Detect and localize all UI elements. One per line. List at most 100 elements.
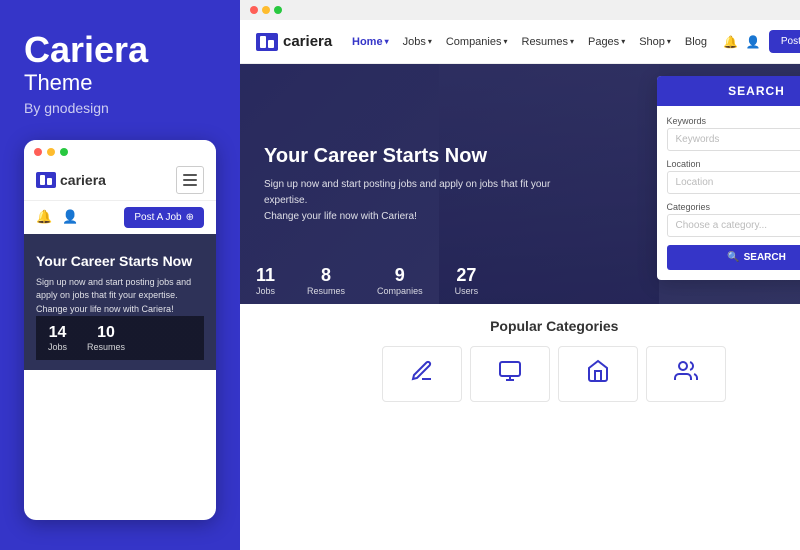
hero-text: Your Career Starts Now Sign up now and s… [240,123,580,245]
hamburger-line [183,174,197,176]
nav-links: Home ▾ Jobs ▾ Companies ▾ Resumes ▾ Page… [352,36,707,48]
hero-stat-resumes: 8 Resumes [291,257,361,304]
nav-jobs-arrow: ▾ [428,37,432,46]
dot-green [60,148,68,156]
mobile-hero: Your Career Starts Now Sign up now and s… [24,234,216,371]
hero-section: Your Career Starts Now Sign up now and s… [240,64,800,304]
keywords-placeholder: Keywords [676,134,720,145]
brand-author: By gnodesign [24,100,216,116]
hero-stat-companies-num: 9 [377,265,423,286]
hero-stat-companies-label: Companies [377,286,423,296]
dot-yellow [47,148,55,156]
mobile-logo-icon [36,172,56,188]
nav-resumes-arrow: ▾ [570,37,574,46]
nav-blog-label: Blog [685,36,707,48]
mobile-stat-jobs-label: Jobs [48,342,67,352]
category-tech-icon [498,359,522,389]
nav-bell-icon[interactable]: 🔔 [723,35,738,49]
post-job-label: Post A Job [781,36,800,47]
hero-subtitle: Sign up now and start posting jobs and a… [264,177,556,225]
hamburger-menu[interactable] [176,166,204,194]
browser-content: cariera Home ▾ Jobs ▾ Companies ▾ Resume… [240,20,800,550]
site-logo-text: cariera [283,33,332,50]
nav-companies[interactable]: Companies ▾ [446,36,508,48]
nav-home-arrow: ▾ [385,37,389,46]
mobile-logo: cariera [36,172,106,188]
hero-stat-companies: 9 Companies [361,257,439,304]
nav-pages-label: Pages [588,36,619,48]
keywords-label: Keywords [667,116,800,126]
user-icon[interactable]: 👤 [62,209,78,225]
nav-shop-arrow: ▾ [667,37,671,46]
bell-icon[interactable]: 🔔 [36,209,52,225]
hero-stats: 11 Jobs 8 Resumes 9 Companies 27 Users [240,257,494,304]
categories-field-group: Categories Choose a category... ▾ [667,202,800,237]
category-design-icon [410,359,434,389]
nav-home-label: Home [352,36,383,48]
mobile-mockup: cariera 🔔 👤 Post A Job ⊕ Your Career Sta… [24,140,216,520]
search-icon: 🔍 [727,252,739,263]
keywords-input[interactable]: Keywords [667,128,800,151]
search-box: SEARCH Keywords Keywords Location Locati… [657,76,800,280]
mobile-hero-title: Your Career Starts Now [36,252,204,270]
hero-stat-jobs: 11 Jobs [240,257,291,304]
hero-stat-jobs-num: 11 [256,265,275,286]
mobile-stat-jobs: 14 Jobs [48,324,67,352]
categories-select[interactable]: Choose a category... ▾ [667,214,800,237]
post-btn-label: Post A Job [134,212,181,223]
nav-pages[interactable]: Pages ▾ [588,36,625,48]
category-card-tech[interactable] [470,346,550,402]
browser-dot-yellow [262,6,270,14]
hamburger-line [183,179,197,181]
mobile-stat-resumes-num: 10 [87,324,125,342]
mobile-nav: cariera [24,160,216,201]
categories-title: Popular Categories [256,318,800,334]
nav-pages-arrow: ▾ [621,37,625,46]
hero-stat-users: 27 Users [439,257,495,304]
hero-stat-jobs-label: Jobs [256,286,275,296]
hero-stat-resumes-num: 8 [307,265,345,286]
hero-stat-users-num: 27 [455,265,479,286]
dot-red [34,148,42,156]
mobile-post-btn[interactable]: Post A Job ⊕ [124,207,204,228]
hero-stat-users-label: Users [455,286,479,296]
category-card-design[interactable] [382,346,462,402]
brand-name: Cariera [24,30,216,70]
category-card-business[interactable] [558,346,638,402]
nav-companies-arrow: ▾ [503,37,507,46]
mobile-logo-text: cariera [60,172,106,188]
nav-companies-label: Companies [446,36,502,48]
nav-shop-label: Shop [639,36,665,48]
site-logo-icon [256,33,278,51]
hamburger-line [183,184,197,186]
right-panel: cariera Home ▾ Jobs ▾ Companies ▾ Resume… [240,0,800,550]
mobile-icon-group: 🔔 👤 [36,209,78,225]
brand-subtitle: Theme [24,70,216,96]
nav-shop[interactable]: Shop ▾ [639,36,671,48]
nav-home[interactable]: Home ▾ [352,36,389,48]
category-business-icon [586,359,610,389]
mobile-stats: 14 Jobs 10 Resumes [36,316,204,360]
mobile-stat-resumes-label: Resumes [87,342,125,352]
site-logo: cariera [256,33,336,51]
category-hr-icon [674,359,698,389]
nav-actions: 🔔 👤 Post A Job ⊕ [723,30,800,53]
nav-user-icon[interactable]: 👤 [746,35,761,49]
post-btn-icon: ⊕ [186,212,194,223]
nav-jobs[interactable]: Jobs ▾ [403,36,432,48]
mobile-stat-jobs-num: 14 [48,324,67,342]
search-btn-label: SEARCH [744,252,786,263]
location-label: Location [667,159,800,169]
category-card-hr[interactable] [646,346,726,402]
categories-placeholder: Choose a category... [676,220,768,231]
browser-dots [250,6,282,14]
location-placeholder: Location [676,177,714,188]
search-submit-button[interactable]: 🔍 SEARCH [667,245,800,270]
browser-chrome [240,0,800,20]
post-job-button[interactable]: Post A Job ⊕ [769,30,800,53]
location-input[interactable]: Location ⊙ [667,171,800,194]
nav-blog[interactable]: Blog [685,36,707,48]
nav-resumes[interactable]: Resumes ▾ [522,36,574,48]
categories-label: Categories [667,202,800,212]
hero-title: Your Career Starts Now [264,143,556,169]
